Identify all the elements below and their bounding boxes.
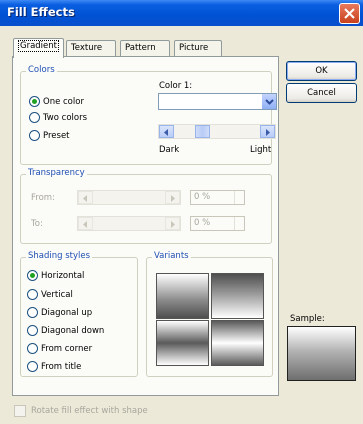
radio-two-colors[interactable]: Two colors xyxy=(29,112,87,123)
radio-preset-label: Preset xyxy=(43,130,70,141)
arrow-left-icon xyxy=(83,195,87,202)
radio-dot xyxy=(27,361,38,372)
from-left-arrow[interactable] xyxy=(78,191,93,204)
radio-dot xyxy=(27,325,38,336)
to-label: To: xyxy=(31,219,43,229)
to-spinner[interactable]: 0 % xyxy=(190,216,245,231)
radio-two-colors-label: Two colors xyxy=(43,112,87,123)
to-right-arrow[interactable] xyxy=(165,217,180,230)
radio-dot xyxy=(27,270,38,281)
dropdown-button[interactable] xyxy=(261,94,276,109)
radio-from-title[interactable]: From title xyxy=(27,361,81,372)
tab-texture[interactable]: Texture xyxy=(66,40,116,57)
sample-preview xyxy=(287,326,356,381)
radio-preset[interactable]: Preset xyxy=(29,130,70,141)
radio-dot xyxy=(29,112,40,123)
arrow-right-icon xyxy=(171,221,175,228)
radio-diagonal-down[interactable]: Diagonal down xyxy=(27,325,104,336)
variant-4[interactable] xyxy=(211,320,264,366)
light-label: Light xyxy=(250,145,272,155)
variants-title: Variants xyxy=(152,251,191,261)
variant-2[interactable] xyxy=(211,273,264,319)
tab-gradient-label: Gradient xyxy=(18,40,59,52)
radio-dot xyxy=(27,289,38,300)
colors-group-title: Colors xyxy=(26,65,57,75)
variant-3[interactable] xyxy=(156,320,209,366)
rotate-fill-checkbox[interactable]: Rotate fill effect with shape xyxy=(14,405,148,417)
radio-vertical-label: Vertical xyxy=(41,289,73,300)
arrow-left-icon xyxy=(164,129,168,136)
radio-from-title-label: From title xyxy=(41,361,82,372)
slider-left-arrow[interactable] xyxy=(159,125,174,138)
dark-light-slider[interactable] xyxy=(158,124,276,139)
spinner-buttons[interactable] xyxy=(234,191,244,204)
shading-styles-title: Shading styles xyxy=(26,251,93,261)
radio-dot xyxy=(27,343,38,354)
cancel-button[interactable]: Cancel xyxy=(286,83,357,103)
title-bar[interactable]: Fill Effects xyxy=(0,0,363,26)
to-left-arrow[interactable] xyxy=(78,217,93,230)
radio-dot xyxy=(29,96,40,107)
tab-pattern[interactable]: Pattern xyxy=(120,40,170,57)
radio-diagonal-down-label: Diagonal down xyxy=(41,325,105,336)
tab-picture-label: Picture xyxy=(179,43,209,53)
tab-texture-label: Texture xyxy=(71,43,103,53)
arrow-left-icon xyxy=(83,221,87,228)
radio-dot xyxy=(29,130,40,141)
close-button[interactable] xyxy=(339,3,360,24)
radio-one-color[interactable]: One color xyxy=(29,96,84,107)
gradient-panel: Colors One color Two colors Preset Color… xyxy=(12,56,279,396)
from-slider[interactable] xyxy=(77,190,181,205)
close-icon xyxy=(344,8,355,19)
rotate-fill-label: Rotate fill effect with shape xyxy=(31,406,148,416)
slider-thumb[interactable] xyxy=(195,125,210,138)
dark-label: Dark xyxy=(159,145,180,155)
radio-from-corner-label: From corner xyxy=(41,343,93,354)
ok-button[interactable]: OK xyxy=(286,61,357,81)
window-title: Fill Effects xyxy=(7,5,75,19)
tab-gradient[interactable]: Gradient xyxy=(13,38,64,58)
slider-right-arrow[interactable] xyxy=(260,125,275,138)
radio-diagonal-up[interactable]: Diagonal up xyxy=(27,307,92,318)
radio-horizontal-label: Horizontal xyxy=(41,270,85,281)
variant-1[interactable] xyxy=(156,273,209,319)
radio-vertical[interactable]: Vertical xyxy=(27,289,73,300)
checkbox-box xyxy=(14,405,26,417)
chevron-down-icon xyxy=(265,99,274,105)
radio-one-color-label: One color xyxy=(43,96,84,107)
transparency-group-title: Transparency xyxy=(26,168,87,178)
color1-label: Color 1: xyxy=(159,81,193,91)
from-right-arrow[interactable] xyxy=(165,191,180,204)
fill-effects-dialog: Fill Effects Gradient Texture Pattern Pi… xyxy=(0,0,363,424)
spinner-buttons[interactable] xyxy=(234,217,244,230)
radio-dot xyxy=(27,307,38,318)
arrow-right-icon xyxy=(171,195,175,202)
arrow-right-icon xyxy=(266,129,270,136)
radio-horizontal[interactable]: Horizontal xyxy=(27,270,84,281)
transparency-group: Transparency xyxy=(20,168,272,244)
tab-pattern-label: Pattern xyxy=(125,43,156,53)
sample-label: Sample: xyxy=(290,314,325,324)
tab-picture[interactable]: Picture xyxy=(174,40,222,57)
from-value: 0 % xyxy=(194,192,211,202)
color1-dropdown[interactable] xyxy=(158,93,277,110)
from-label: From: xyxy=(31,193,55,203)
from-spinner[interactable]: 0 % xyxy=(190,190,245,205)
to-slider[interactable] xyxy=(77,216,181,231)
to-value: 0 % xyxy=(194,218,211,228)
radio-diagonal-up-label: Diagonal up xyxy=(41,307,93,318)
radio-from-corner[interactable]: From corner xyxy=(27,343,92,354)
